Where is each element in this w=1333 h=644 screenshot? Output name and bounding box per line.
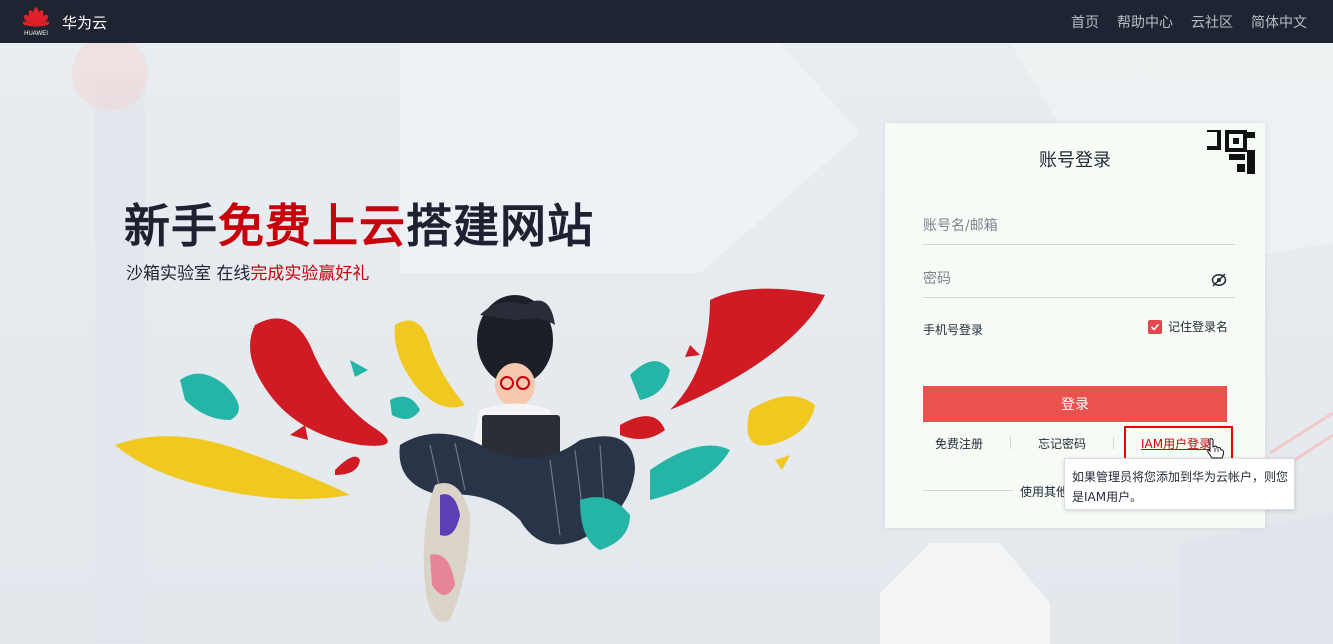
top-nav: 首页 帮助中心 云社区 简体中文 [1071,12,1307,32]
remember-checkbox[interactable] [1147,319,1162,334]
logo-wordmark: HUAWEI [24,31,48,37]
hide-password-icon[interactable] [1211,272,1227,288]
hero-illustration [115,288,825,622]
hand-cursor-icon [1207,438,1225,459]
login-button[interactable]: 登录 [923,386,1227,422]
nav-home[interactable]: 首页 [1071,12,1099,32]
brand-name[interactable]: 华为云 [62,12,107,33]
tooltip-line-2: 是IAM用户。 [1072,490,1143,504]
huawei-flower-icon [22,7,50,27]
nav-help-center[interactable]: 帮助中心 [1117,12,1173,32]
hero-title: 新手免费上云搭建网站 [124,190,594,256]
register-link[interactable]: 免费注册 [935,435,983,452]
other-login-divider [923,490,1013,491]
nav-language[interactable]: 简体中文 [1251,12,1307,32]
hero-title-highlight: 免费上云 [218,199,406,253]
password-input[interactable] [923,262,1203,296]
hero-title-part2: 搭建网站 [406,199,594,253]
tooltip-line-1: 如果管理员将您添加到华为云帐户，则您 [1072,470,1289,484]
username-input[interactable] [923,209,1203,243]
qr-code-login-icon[interactable] [1207,130,1257,180]
password-field [923,262,1235,298]
link-divider [1010,437,1011,449]
other-login-label: 使用其他 [1020,485,1069,499]
forgot-password-link[interactable]: 忘记密码 [1038,435,1086,452]
remember-username[interactable]: 记住登录名 [1147,318,1228,335]
hero-subtitle-part1: 沙箱实验室 在线 [126,264,251,284]
remember-label: 记住登录名 [1167,320,1228,334]
hero-subtitle-highlight: 完成实验赢好礼 [250,264,370,284]
link-divider [1113,437,1114,449]
phone-login-link[interactable]: 手机号登录 [923,323,983,337]
hero-title-part1: 新手 [124,199,218,253]
iam-tooltip: 如果管理员将您添加到华为云帐户，则您 是IAM用户。 [1064,458,1295,510]
nav-community[interactable]: 云社区 [1191,12,1233,32]
username-field [923,209,1235,245]
huawei-logo[interactable]: HUAWEI [21,5,51,39]
login-options-row: 手机号登录 记住登录名 [923,318,1228,338]
top-navigation-bar: HUAWEI 华为云 首页 帮助中心 云社区 简体中文 [0,0,1333,43]
hero-subtitle: 沙箱实验室 在线完成实验赢好礼 [126,259,369,284]
check-icon [1150,323,1160,331]
